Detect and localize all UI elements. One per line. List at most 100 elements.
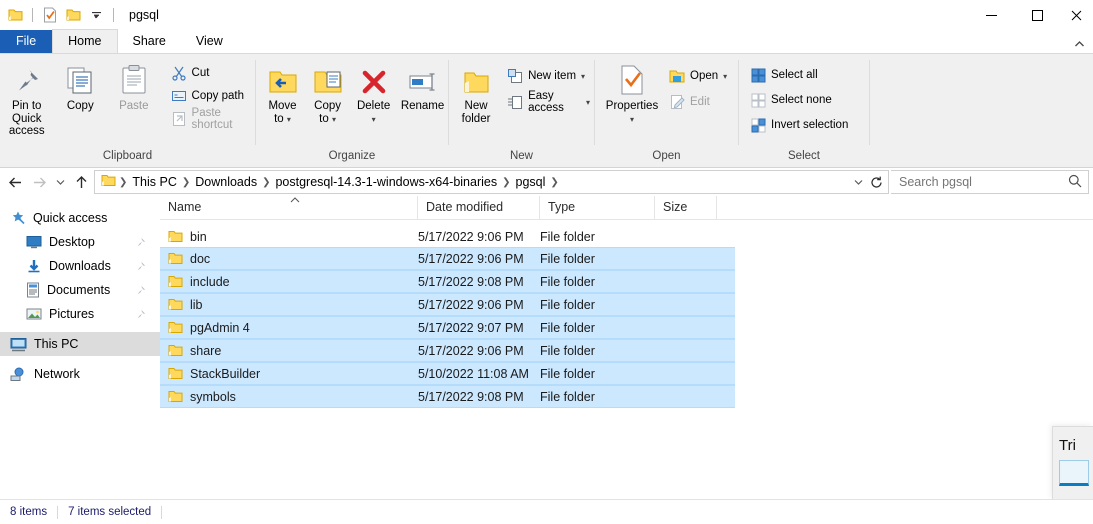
close-button[interactable] [1060, 0, 1093, 30]
file-date: 5/17/2022 9:08 PM [418, 275, 540, 289]
sidebar-item-this-pc[interactable]: This PC [0, 332, 160, 356]
downloads-icon [26, 259, 42, 274]
back-button[interactable] [4, 171, 26, 193]
new-item-button[interactable]: New item ▾ [503, 66, 594, 86]
star-pin-icon [10, 210, 26, 226]
pin-icon-pictures[interactable] [135, 309, 146, 320]
minimize-button[interactable] [968, 0, 1014, 30]
column-header-type[interactable]: Type [540, 196, 655, 219]
tab-file[interactable]: File [0, 30, 52, 53]
pin-icon-documents[interactable] [135, 285, 146, 296]
column-header-size[interactable]: Size [655, 196, 717, 219]
ribbon: Pin to Quickaccess Copy Paste [0, 54, 1093, 168]
up-button[interactable] [70, 171, 92, 193]
select-none-button[interactable]: Select none [747, 90, 852, 110]
file-type: File folder [540, 390, 655, 404]
chevron-up-icon[interactable] [1074, 39, 1085, 51]
group-label-clipboard: Clipboard [0, 149, 255, 167]
paste-shortcut-icon [171, 111, 187, 127]
file-date: 5/17/2022 9:06 PM [418, 252, 540, 266]
tab-view[interactable]: View [181, 30, 238, 53]
breadcrumb-sep-2[interactable]: ❯ [261, 177, 271, 188]
breadcrumb[interactable]: ❯ This PC ❯ Downloads ❯ postgresql-14.3-… [94, 170, 889, 194]
rename-icon [408, 62, 438, 96]
breadcrumb-sep-4[interactable]: ❯ [549, 177, 559, 188]
folder-icon [168, 230, 183, 243]
qat-dropdown-icon[interactable] [87, 6, 105, 24]
pin-icon-downloads[interactable] [135, 261, 146, 272]
sidebar-item-documents[interactable]: Documents [0, 278, 160, 302]
maximize-button[interactable] [1014, 0, 1060, 30]
pin-label-1: Pin to Quick [12, 100, 41, 125]
sidebar-item-network[interactable]: Network [0, 362, 160, 386]
column-header-name[interactable]: Name [160, 196, 418, 219]
address-dropdown-icon[interactable] [850, 171, 866, 193]
sidebar-label-downloads: Downloads [49, 259, 111, 273]
folder-icon[interactable] [6, 6, 24, 24]
group-label-open: Open [595, 149, 738, 167]
new-folder-button[interactable]: Newfolder [453, 60, 499, 125]
breadcrumb-item-downloads[interactable]: Downloads [191, 175, 261, 189]
cut-label: Cut [192, 67, 210, 79]
table-row[interactable]: bin 5/17/2022 9:06 PM File folder [160, 226, 735, 247]
properties-button[interactable]: Properties▾ [601, 60, 663, 126]
file-type: File folder [540, 344, 655, 358]
pin-to-quick-access-button[interactable]: Pin to Quickaccess [0, 60, 54, 138]
properties-icon[interactable] [41, 6, 59, 24]
tab-home[interactable]: Home [52, 29, 117, 53]
folder-icon [168, 298, 183, 311]
table-row[interactable]: share 5/17/2022 9:06 PM File folder [160, 339, 735, 362]
delete-button[interactable]: Delete▾ [350, 60, 397, 126]
table-row[interactable]: pgAdmin 4 5/17/2022 9:07 PM File folder [160, 316, 735, 339]
table-row[interactable]: StackBuilder 5/10/2022 11:08 AM File fol… [160, 362, 735, 385]
search-icon[interactable] [1068, 174, 1082, 191]
cut-button[interactable]: Cut [167, 63, 255, 83]
copy-to-button[interactable]: Copyto ▾ [305, 60, 350, 126]
file-name: share [190, 344, 221, 358]
copy-path-button[interactable]: Copy path [167, 86, 255, 106]
sidebar-item-desktop[interactable]: Desktop [0, 230, 160, 254]
column-header-date-modified[interactable]: Date modified [418, 196, 540, 219]
breadcrumb-sep-1[interactable]: ❯ [181, 177, 191, 188]
ribbon-group-organize: Moveto ▾ Copyto ▾ Delete▾ [256, 54, 448, 167]
open-button[interactable]: Open ▾ [665, 66, 731, 86]
sidebar-item-quick-access[interactable]: Quick access [0, 206, 160, 230]
paste-button[interactable]: Paste [107, 60, 161, 113]
sidebar-label-this-pc: This PC [34, 337, 78, 351]
copy-button[interactable]: Copy [54, 60, 108, 113]
sidebar-item-pictures[interactable]: Pictures [0, 302, 160, 326]
file-name: StackBuilder [190, 367, 260, 381]
paste-shortcut-button[interactable]: Paste shortcut [167, 109, 255, 129]
navigation-pane: Quick access Desktop Downloads [0, 196, 160, 500]
new-item-caret-icon: ▾ [581, 72, 585, 81]
forward-button[interactable] [28, 171, 50, 193]
file-type: File folder [540, 230, 655, 244]
notification-popup[interactable]: Tri [1052, 426, 1093, 500]
breadcrumb-item-postgresql[interactable]: postgresql-14.3-1-windows-x64-binaries [271, 175, 501, 189]
move-to-button[interactable]: Moveto ▾ [260, 60, 305, 126]
refresh-icon[interactable] [868, 171, 884, 193]
delete-icon [360, 62, 388, 96]
easy-access-button[interactable]: Easy access ▾ [503, 92, 594, 112]
pin-icon-desktop[interactable] [135, 237, 146, 248]
table-row[interactable]: lib 5/17/2022 9:06 PM File folder [160, 293, 735, 316]
edit-button[interactable]: Edit [665, 92, 731, 112]
select-all-button[interactable]: Select all [747, 65, 852, 85]
sidebar-item-downloads[interactable]: Downloads [0, 254, 160, 278]
recent-locations-button[interactable] [52, 171, 68, 193]
tab-share[interactable]: Share [118, 30, 181, 53]
new-folder-icon[interactable] [64, 6, 82, 24]
new-item-label: New item [528, 70, 576, 82]
rename-button[interactable]: Rename [397, 60, 448, 113]
table-row[interactable]: symbols 5/17/2022 9:08 PM File folder [160, 385, 735, 408]
table-row[interactable]: doc 5/17/2022 9:06 PM File folder [160, 247, 735, 270]
file-type: File folder [540, 298, 655, 312]
invert-selection-button[interactable]: Invert selection [747, 115, 852, 135]
search-box[interactable] [891, 170, 1089, 194]
breadcrumb-item-this-pc[interactable]: This PC [128, 175, 180, 189]
breadcrumb-item-pgsql[interactable]: pgsql [512, 175, 550, 189]
table-row[interactable]: include 5/17/2022 9:08 PM File folder [160, 270, 735, 293]
invert-selection-label: Invert selection [771, 119, 848, 131]
breadcrumb-sep-3[interactable]: ❯ [501, 177, 511, 188]
search-input[interactable] [897, 174, 1068, 190]
